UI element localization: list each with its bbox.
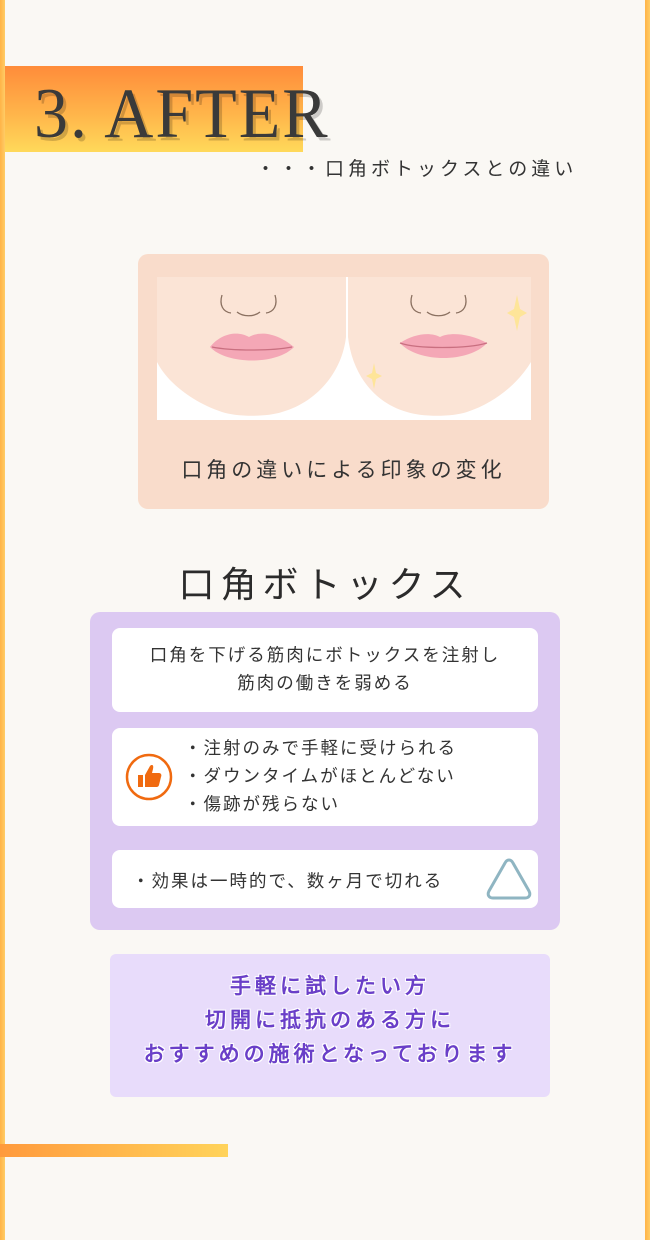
- section-title: 口角ボトックス: [178, 565, 472, 606]
- cons-box: ・効果は一時的で、数ヶ月で切れる: [112, 850, 538, 908]
- recommendation-line: おすすめの施術となっております: [143, 1041, 517, 1066]
- pros-list: ・注射のみで手軽に受けられる ・ダウンタイムがほとんどない ・傷跡が残らない: [184, 735, 457, 819]
- recommendation-line: 切開に抵抗のある方に: [205, 1007, 455, 1032]
- description-line: 口角を下げる筋肉にボトックスを注射し: [149, 646, 501, 666]
- pros-item: ・注射のみで手軽に受けられる: [184, 739, 457, 759]
- cons-text: ・効果は一時的で、数ヶ月で切れる: [132, 872, 444, 892]
- comparison-image-card: 口角の違いによる印象の変化: [138, 254, 549, 509]
- description-text: 口角を下げる筋肉にボトックスを注射し 筋肉の働きを弱める: [112, 642, 538, 698]
- page-title: 3. AFTER: [34, 73, 330, 153]
- thumbs-up-icon: [125, 753, 173, 801]
- treatment-panel: 口角を下げる筋肉にボトックスを注射し 筋肉の働きを弱める ・注射のみで手軽に受け…: [90, 612, 560, 930]
- recommendation-line: 手軽に試したい方: [230, 973, 430, 998]
- bottom-accent-bar: [0, 1144, 228, 1157]
- left-border: [0, 0, 5, 1240]
- triangle-icon: [486, 858, 532, 900]
- pros-item: ・ダウンタイムがほとんどない: [184, 767, 456, 787]
- page-subtitle: ・・・口角ボトックスとの違い: [256, 158, 578, 180]
- right-border: [645, 0, 650, 1240]
- face-comparison-illustration: [157, 277, 531, 420]
- recommendation-text: 手軽に試したい方 切開に抵抗のある方に おすすめの施術となっております: [110, 969, 550, 1071]
- description-line: 筋肉の働きを弱める: [237, 674, 413, 694]
- description-box: 口角を下げる筋肉にボトックスを注射し 筋肉の働きを弱める: [112, 628, 538, 712]
- pros-item: ・傷跡が残らない: [184, 795, 340, 815]
- pros-box: ・注射のみで手軽に受けられる ・ダウンタイムがほとんどない ・傷跡が残らない: [112, 728, 538, 826]
- image-caption: 口角の違いによる印象の変化: [181, 458, 506, 482]
- recommendation-panel: 手軽に試したい方 切開に抵抗のある方に おすすめの施術となっております: [110, 954, 550, 1097]
